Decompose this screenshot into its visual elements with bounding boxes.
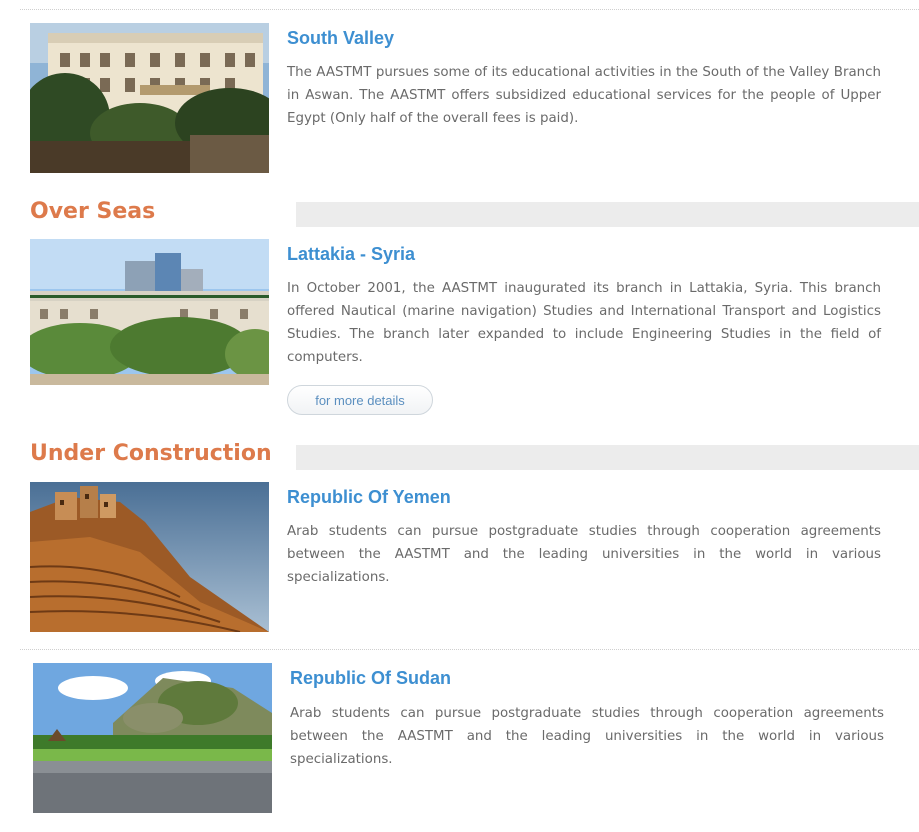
yemen-image[interactable] <box>30 482 269 632</box>
south-valley-image[interactable] <box>30 23 269 173</box>
lattakia-description: In October 2001, the AASTMT inaugurated … <box>287 281 881 365</box>
section-bar-overseas <box>296 202 919 227</box>
south-valley-description: The AASTMT pursues some of its education… <box>287 65 881 126</box>
top-divider <box>20 9 919 10</box>
sudan-title[interactable]: Republic Of Sudan <box>290 668 451 689</box>
section-bar-under-construction <box>296 445 919 470</box>
lattakia-title[interactable]: Lattakia - Syria <box>287 244 415 265</box>
yemen-title[interactable]: Republic Of Yemen <box>287 487 451 508</box>
south-valley-title[interactable]: South Valley <box>287 28 394 49</box>
section-heading-overseas: Over Seas <box>30 199 156 224</box>
section-heading-under-construction: Under Construction <box>30 441 272 466</box>
yemen-description: Arab students can pursue postgraduate st… <box>287 524 881 585</box>
lattakia-image[interactable] <box>30 239 269 389</box>
sudan-description: Arab students can pursue postgraduate st… <box>290 706 884 767</box>
for-more-details-button[interactable]: for more details <box>287 385 433 415</box>
divider <box>20 649 919 650</box>
sudan-image[interactable] <box>33 663 272 813</box>
